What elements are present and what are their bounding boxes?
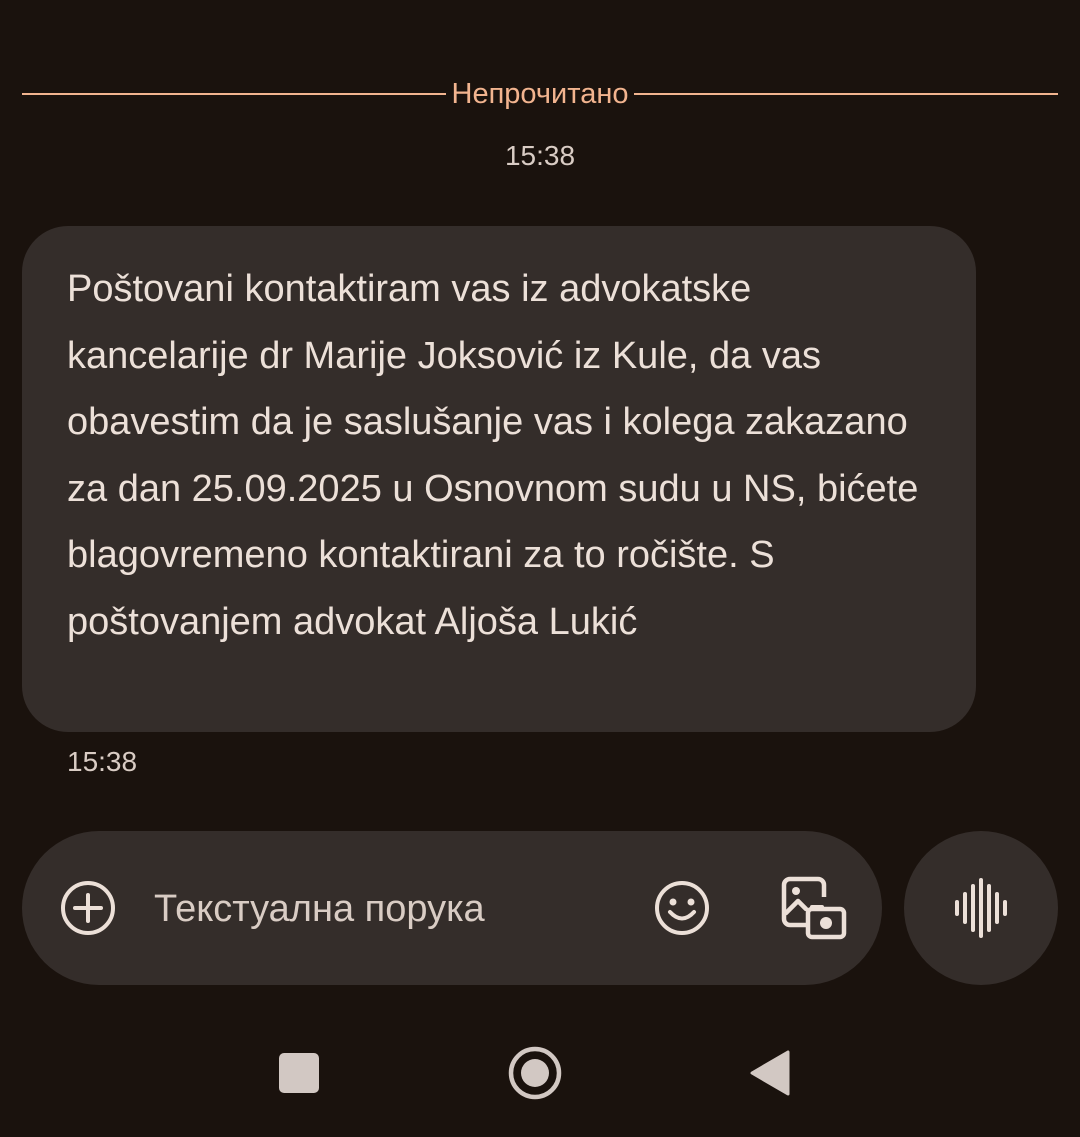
message-text: Poštovani kontaktiram vas iz advokatske …: [67, 268, 919, 643]
emoji-icon: [655, 881, 709, 935]
back-triangle-icon: [750, 1050, 790, 1096]
voice-waveform-icon: [955, 878, 1007, 938]
message-input[interactable]: [154, 885, 614, 933]
unread-label: Непрочитано: [451, 78, 629, 110]
emoji-button[interactable]: [650, 876, 714, 940]
add-attachment-button[interactable]: [56, 876, 120, 940]
unread-divider: Непрочитано: [22, 72, 1058, 116]
voice-message-button[interactable]: [904, 831, 1058, 985]
conversation-timestamp: 15:38: [504, 140, 576, 171]
divider-line-left: [22, 93, 446, 95]
home-button[interactable]: [500, 1038, 570, 1108]
message-composer: [22, 831, 882, 985]
add-circle-icon: [61, 881, 115, 935]
system-navigation-bar: [0, 1030, 1080, 1114]
back-button[interactable]: [740, 1046, 800, 1100]
divider-line-right: [634, 93, 1058, 95]
home-circle-icon: [508, 1046, 562, 1100]
recents-button[interactable]: [270, 1044, 328, 1102]
recents-square-icon: [279, 1053, 319, 1093]
gallery-icon: [781, 876, 847, 940]
message-bubble[interactable]: Poštovani kontaktiram vas iz advokatske …: [22, 226, 976, 732]
message-timestamp: 15:38: [67, 746, 138, 777]
gallery-button[interactable]: [776, 871, 852, 947]
